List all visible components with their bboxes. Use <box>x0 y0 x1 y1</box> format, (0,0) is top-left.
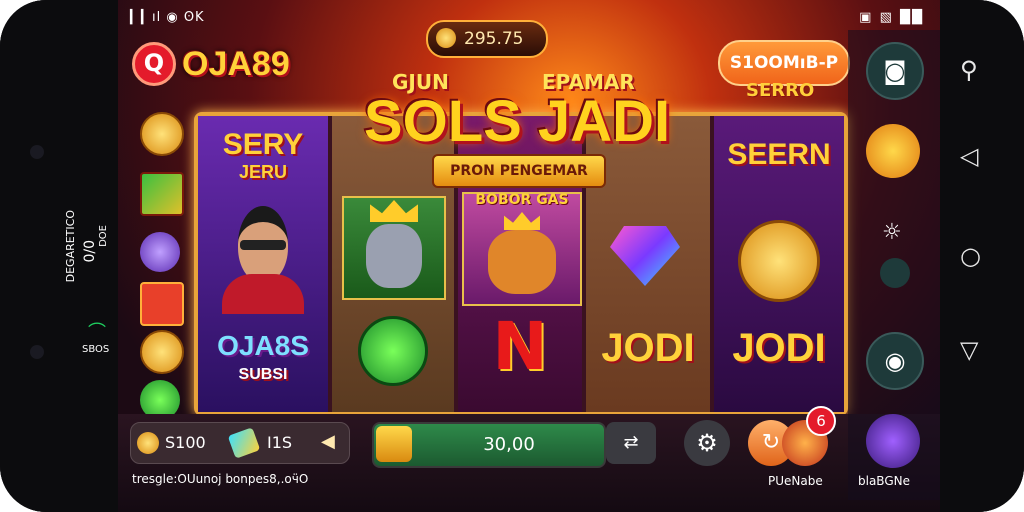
spin-icon <box>376 426 412 462</box>
spin-bar[interactable]: 30,00 <box>372 422 606 468</box>
gem-icon[interactable] <box>140 232 180 272</box>
camera-icon[interactable]: ◙ <box>866 42 924 100</box>
right-action-column: ◙ ☼ ◉ blaBGNe <box>848 30 940 500</box>
balance-pill[interactable]: S100 I1S ◀ <box>130 422 350 464</box>
coin-value: 295.75 <box>464 29 524 49</box>
back-triangle-icon[interactable]: ◁ <box>960 142 978 170</box>
crown-icon <box>370 200 418 222</box>
label-left: PUeNabe <box>768 474 823 488</box>
diamond-icon <box>610 226 680 286</box>
bolt-coin-icon[interactable] <box>140 330 184 374</box>
bet-value: I1S <box>267 433 293 452</box>
player-avatar <box>216 202 310 314</box>
coin-icon <box>436 28 456 48</box>
status-left: ▎▎ıl ◉ ʘK <box>130 10 205 25</box>
settings-gear-icon[interactable]: ⚙ <box>684 420 730 466</box>
x-tile-icon[interactable] <box>140 282 184 326</box>
phone-frame: DEGARETICO 0/0 DOE ⌒ SBOS ▎▎ıl ◉ ʘK ▣ ▧ … <box>0 0 1024 512</box>
left-info-1: DEGARETICO <box>64 210 77 283</box>
sunglasses-icon <box>240 240 286 250</box>
reel1-top-word: SERY <box>222 128 304 161</box>
reel1-bottom-word2: SUBSI <box>238 366 288 383</box>
balance-value: S100 <box>165 433 206 452</box>
reel5-jodi-word: JODI <box>732 326 826 370</box>
reel1-top-word2: JERU <box>238 162 287 182</box>
chat-icon[interactable]: ◉ <box>866 332 924 390</box>
game-screen: ▎▎ıl ◉ ʘK ▣ ▧ ██ Q OJA89 295.75 S1OOMıB-… <box>118 0 940 512</box>
reel1-bottom-word: OJA8S <box>217 330 309 361</box>
fox-banner: BOBOR GAS <box>475 192 569 208</box>
camera-dot <box>30 345 44 359</box>
wolf-king-icon <box>342 196 446 300</box>
brand-name: OJA89 <box>182 44 290 83</box>
arrow-left-icon[interactable]: ◀ <box>321 431 335 452</box>
coin-balance[interactable]: 295.75 <box>426 20 548 58</box>
gold-coin-icon <box>738 220 820 302</box>
promo-subtitle: SERRO <box>746 80 815 101</box>
reel-5: SEERN JODI <box>714 116 844 412</box>
footer-text: tresgle:OUunoј bonpes8,.oӵO <box>132 472 309 486</box>
left-bezel: DEGARETICO 0/0 DOE ⌒ SBOS <box>0 0 118 512</box>
left-info-4: SBOS <box>82 344 110 355</box>
flag-icon[interactable] <box>140 172 184 216</box>
left-info-2: 0/0 <box>82 240 98 263</box>
wolf-face <box>366 224 422 288</box>
reel5-top-word: SEERN <box>727 138 831 171</box>
crown-icon <box>504 212 540 230</box>
spin-value: 30,00 <box>483 434 535 455</box>
app-logo[interactable]: Q OJA89 <box>132 42 290 86</box>
fox-face <box>488 230 556 294</box>
status-right: ▣ ▧ ██ <box>859 10 924 25</box>
auto-button[interactable]: ⇄ <box>606 422 656 464</box>
down-triangle-icon[interactable]: ▽ <box>960 336 978 364</box>
camera-dot <box>30 145 44 159</box>
history-icon[interactable] <box>880 258 910 288</box>
title-ribbon: PRON PENGEMAR <box>432 154 606 188</box>
fox-king-icon: BOBOR GAS <box>462 192 582 306</box>
logo-icon: Q <box>132 42 176 86</box>
sun-icon[interactable]: ☼ <box>882 220 902 245</box>
search-icon[interactable]: ⚲ <box>960 56 978 84</box>
title-main: SOLS JADI <box>363 89 671 154</box>
gift-icon[interactable] <box>866 124 920 178</box>
coin-icon[interactable] <box>140 112 184 156</box>
reel-1: SERY JERU OJA8S SUBSI <box>198 116 328 412</box>
reel4-jodi-word: JODI <box>601 326 695 370</box>
bet-chip-icon <box>227 427 261 459</box>
right-bezel: ⚲ ◁ ○ ▽ <box>940 0 1024 512</box>
avatar-shirt <box>222 274 304 314</box>
green-gem-icon <box>358 316 428 386</box>
hero-avatar[interactable] <box>866 414 920 468</box>
label-right: blaBGNe <box>858 474 910 488</box>
home-circle-icon[interactable]: ○ <box>960 242 981 270</box>
left-info-3: DOE <box>98 225 109 247</box>
n-letter-icon: N <box>492 308 548 385</box>
game-title: GJUN EPAMAR SOLS JADI PRON PENGEMAR <box>362 70 672 190</box>
coin-icon <box>137 432 159 454</box>
notification-badge: 6 <box>806 406 836 436</box>
bottom-control-bar: S100 I1S ◀ 30,00 ⇄ ⚙ ↻ 6 PUeNabe tresgle… <box>118 406 940 512</box>
wifi-icon: ⌒ <box>88 322 106 343</box>
